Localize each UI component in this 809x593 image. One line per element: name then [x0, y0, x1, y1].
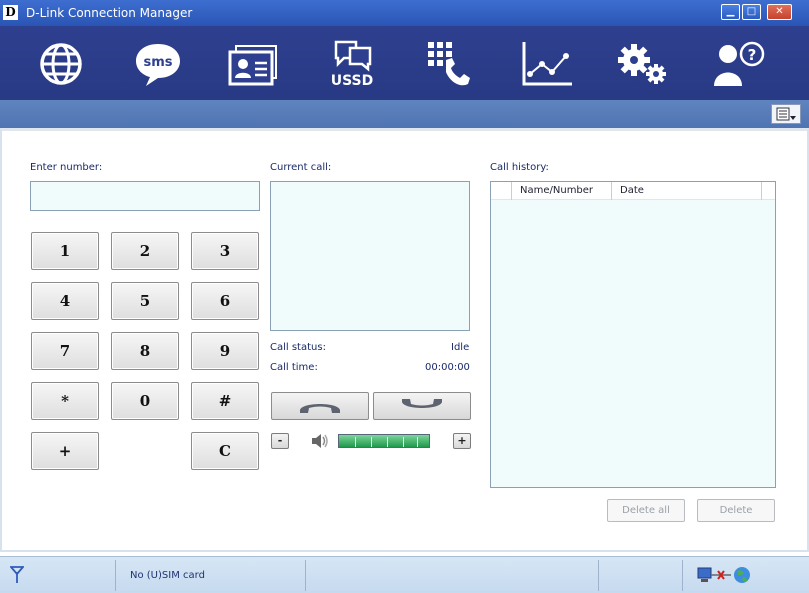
number-input[interactable] — [30, 181, 260, 211]
title-bar: D D-Link Connection Manager ▁ □ ✕ — [0, 0, 809, 26]
hangup-call-button[interactable] — [373, 392, 471, 420]
view-options-button[interactable] — [771, 104, 801, 124]
statistics-chart-icon[interactable] — [518, 38, 574, 90]
volume-down-button[interactable]: - — [271, 433, 289, 449]
signal-antenna-icon — [10, 566, 24, 583]
call-history-label: Call history: — [490, 162, 549, 173]
volume-up-button[interactable]: + — [453, 433, 471, 449]
key-7[interactable]: 7 — [31, 332, 99, 370]
key-3[interactable]: 3 — [191, 232, 259, 270]
close-button[interactable]: ✕ — [767, 4, 792, 20]
volume-slider[interactable] — [338, 434, 430, 448]
key-8[interactable]: 8 — [111, 332, 179, 370]
key-4[interactable]: 4 — [31, 282, 99, 320]
sub-toolbar — [0, 100, 809, 128]
call-history-header: Name/Number Date — [491, 182, 775, 200]
key-9[interactable]: 9 — [191, 332, 259, 370]
delete-all-button[interactable]: Delete all — [607, 499, 685, 522]
app-logo-icon: D — [3, 5, 18, 20]
settings-gears-icon[interactable] — [614, 38, 670, 90]
current-call-label: Current call: — [270, 162, 332, 173]
key-clear[interactable]: C — [191, 432, 259, 470]
status-bar: No (U)SIM card — [0, 556, 809, 593]
key-5[interactable]: 5 — [111, 282, 179, 320]
contacts-icon[interactable] — [226, 38, 282, 90]
column-name-number[interactable]: Name/Number — [520, 182, 593, 200]
minimize-button[interactable]: ▁ — [721, 4, 740, 20]
key-1[interactable]: 1 — [31, 232, 99, 270]
answer-call-button[interactable] — [271, 392, 369, 420]
key-hash[interactable]: # — [191, 382, 259, 420]
speaker-icon — [312, 434, 328, 448]
view-list-icon — [776, 107, 796, 121]
call-status-value: Idle — [451, 342, 470, 353]
phone-answer-icon — [300, 404, 340, 413]
window-title: D-Link Connection Manager — [26, 6, 193, 20]
call-status-label: Call status: — [270, 342, 326, 353]
connection-status-icon — [697, 567, 750, 583]
help-question-mark: ? — [748, 46, 757, 64]
ussd-icon-label: USSD — [331, 73, 374, 89]
sim-status-text: No (U)SIM card — [130, 570, 205, 581]
delete-button[interactable]: Delete — [697, 499, 775, 522]
column-date[interactable]: Date — [620, 182, 644, 200]
key-0[interactable]: 0 — [111, 382, 179, 420]
sms-icon-label: sms — [143, 55, 172, 70]
ussd-icon[interactable]: USSD — [324, 38, 380, 90]
call-history-table[interactable]: Name/Number Date — [490, 181, 776, 488]
key-2[interactable]: 2 — [111, 232, 179, 270]
call-time-value: 00:00:00 — [425, 362, 470, 373]
key-plus[interactable]: + — [31, 432, 99, 470]
help-user-icon[interactable]: ? — [710, 38, 766, 90]
phone-dialpad-icon[interactable] — [422, 38, 478, 90]
key-star[interactable]: * — [31, 382, 99, 420]
enter-number-label: Enter number: — [30, 162, 103, 173]
globe-icon[interactable] — [33, 38, 89, 90]
current-call-display — [270, 181, 470, 331]
main-toolbar: sms USSD ? — [0, 26, 809, 100]
call-time-label: Call time: — [270, 362, 318, 373]
key-6[interactable]: 6 — [191, 282, 259, 320]
phone-hangup-icon — [402, 399, 442, 408]
maximize-button[interactable]: □ — [742, 4, 761, 20]
sms-icon[interactable]: sms — [130, 38, 186, 90]
